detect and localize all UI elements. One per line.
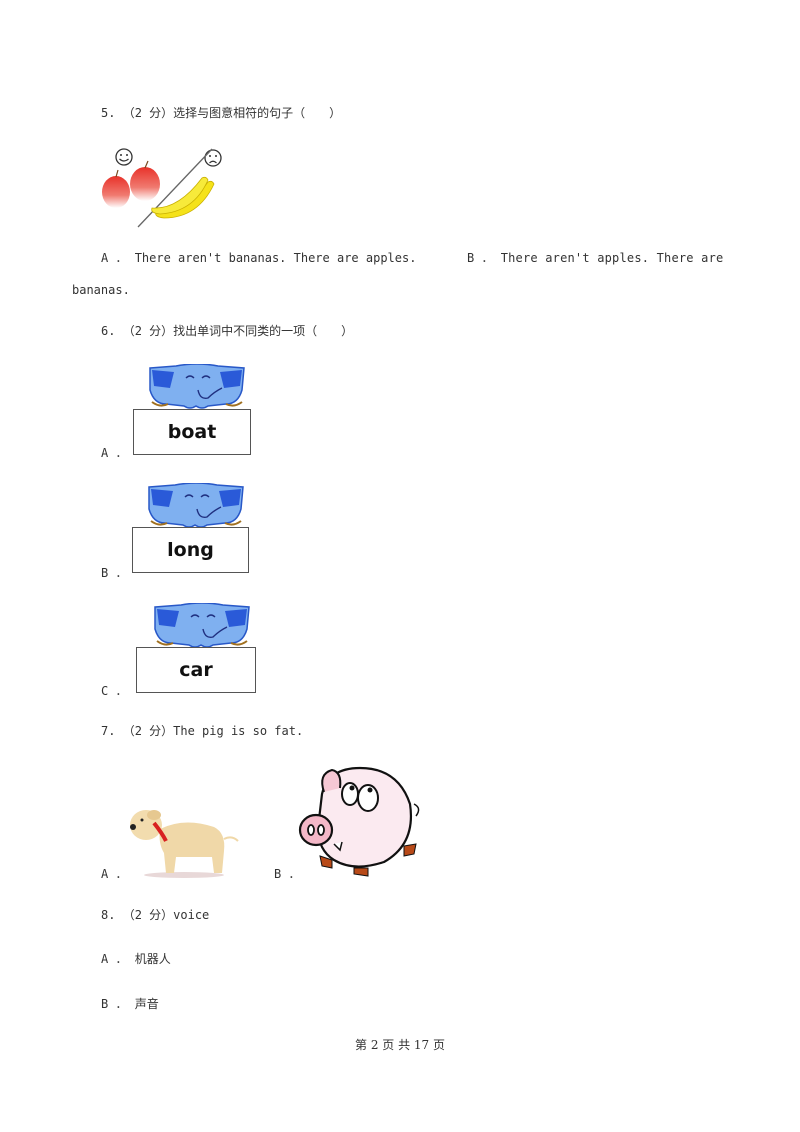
question-8-option-a[interactable]: A ． 机器人 — [101, 951, 171, 967]
option-text: There aren't apples. There are — [500, 251, 724, 265]
question-5-option-a[interactable]: A ． There aren't bananas. There are appl… — [101, 250, 416, 266]
question-prompt: The pig is so fat. — [173, 724, 304, 738]
dog-image[interactable] — [124, 803, 240, 879]
question-7-option-b-label[interactable]: B ． — [274, 866, 300, 882]
option-label: A ． — [101, 251, 128, 265]
question-8-header: 8. （2 分）voice — [101, 907, 209, 923]
smiley-face-icon — [115, 148, 133, 166]
apples-bananas-image — [102, 148, 222, 228]
question-6-option-b-label[interactable]: B ． — [101, 565, 127, 581]
word-card-boat[interactable]: boat — [133, 409, 251, 455]
question-score: （2 分） — [122, 908, 174, 922]
word-text: long — [167, 539, 214, 561]
question-6-option-a-label[interactable]: A ． — [101, 445, 127, 461]
option-text: There aren't bananas. There are apples. — [134, 251, 417, 265]
page-footer: 第 2 页 共 17 页 — [355, 1038, 445, 1052]
pig-image[interactable] — [298, 764, 422, 880]
apples-icon — [102, 160, 160, 208]
option-label: A ． — [101, 952, 128, 966]
elephant-icon — [154, 603, 250, 648]
bananas-icon — [151, 176, 215, 219]
question-number: 7. — [101, 724, 116, 738]
question-score: （2 分） — [122, 724, 174, 738]
elephant-icon — [148, 483, 244, 528]
question-5-option-b-continuation: bananas. — [72, 283, 130, 297]
question-8-option-b[interactable]: B ． 声音 — [101, 996, 159, 1012]
option-text: 机器人 — [134, 952, 171, 966]
word-text: boat — [167, 421, 217, 443]
question-prompt: 找出单词中不同类的一项（ ） — [173, 324, 354, 338]
question-prompt: 选择与图意相符的句子（ ） — [173, 106, 342, 120]
question-7-header: 7. （2 分）The pig is so fat. — [101, 723, 303, 739]
question-prompt: voice — [173, 908, 210, 922]
question-number: 6. — [101, 324, 116, 338]
question-6-option-c-label[interactable]: C ． — [101, 683, 127, 699]
question-5-option-b[interactable]: B ． There aren't apples. There are — [467, 250, 723, 266]
question-6-header: 6. （2 分）找出单词中不同类的一项（ ） — [101, 323, 353, 339]
question-score: （2 分） — [122, 324, 174, 338]
option-label: B ． — [101, 997, 128, 1011]
elephant-icon — [149, 364, 245, 409]
question-number: 5. — [101, 106, 116, 120]
sad-face-icon — [204, 149, 222, 167]
question-number: 8. — [101, 908, 116, 922]
question-5-header: 5. （2 分）选择与图意相符的句子（ ） — [101, 105, 341, 121]
word-card-car[interactable]: car — [136, 647, 256, 693]
word-card-long[interactable]: long — [132, 527, 249, 573]
option-label: B ． — [467, 251, 494, 265]
question-score: （2 分） — [122, 106, 174, 120]
option-text: 声音 — [134, 997, 159, 1011]
word-text: car — [179, 659, 213, 681]
